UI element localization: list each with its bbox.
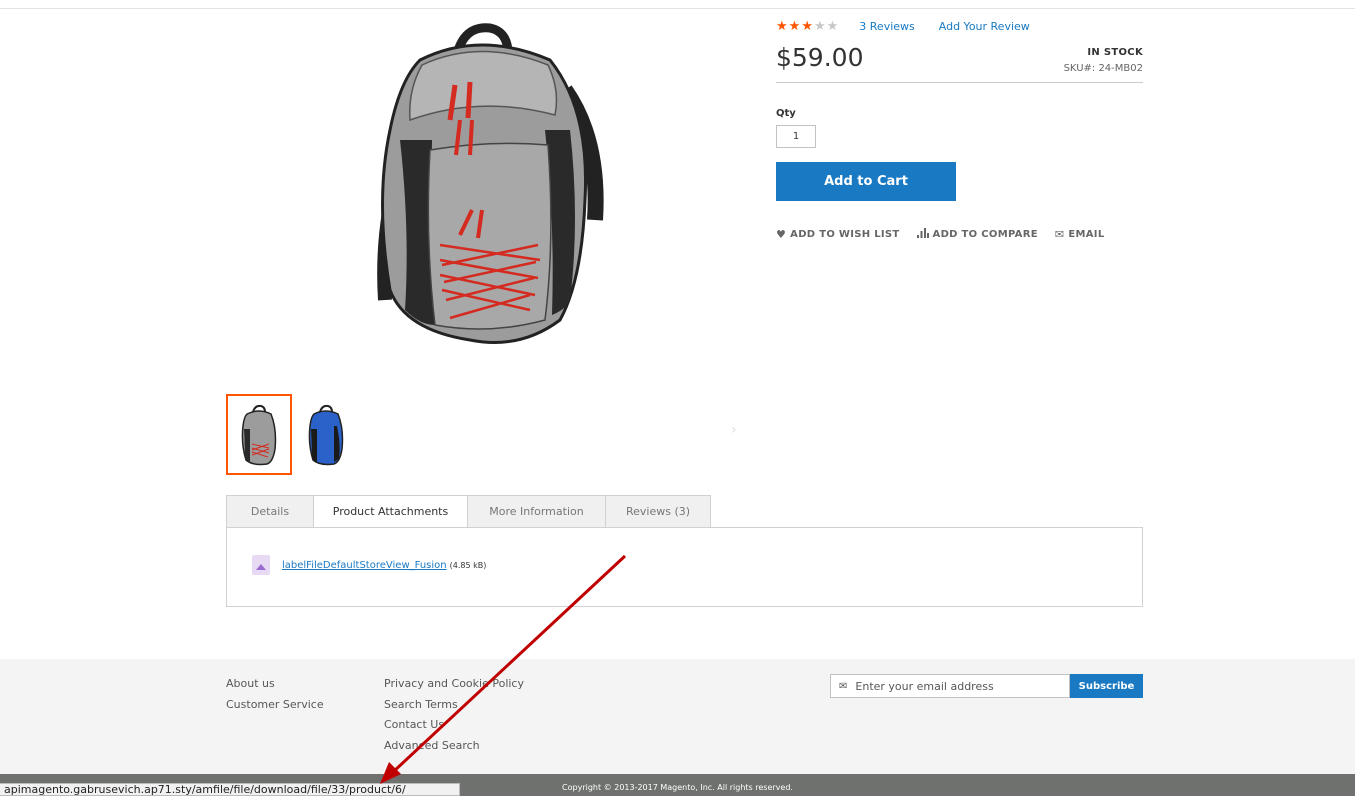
reviews-link[interactable]: 3 Reviews <box>859 20 914 33</box>
footer: About us Customer Service Privacy and Co… <box>0 659 1355 774</box>
footer-link-search-terms[interactable]: Search Terms <box>384 695 524 716</box>
footer-link-contact[interactable]: Contact Us <box>384 715 524 736</box>
newsletter-form: ✉ Enter your email address Subscribe <box>830 674 1143 698</box>
gallery-next-arrow-icon[interactable]: › <box>731 422 737 438</box>
subscribe-button[interactable]: Subscribe <box>1070 674 1143 698</box>
envelope-icon: ✉ <box>839 680 848 692</box>
tab-product-attachments[interactable]: Product Attachments <box>313 495 467 528</box>
envelope-icon: ✉ <box>1054 228 1065 241</box>
product-price: $59.00 <box>776 43 864 72</box>
qty-input[interactable] <box>776 125 816 148</box>
stock-box: IN STOCK SKU#: 24-MB02 <box>1063 43 1143 74</box>
product-tabs: Details Product Attachments More Informa… <box>226 495 711 528</box>
tab-reviews[interactable]: Reviews (3) <box>605 495 711 528</box>
heart-icon: ♥ <box>776 228 787 241</box>
footer-links-col1: About us Customer Service <box>226 674 324 715</box>
product-actions: ♥ ADD TO WISH LIST ADD TO COMPARE ✉ EMAI… <box>776 228 1143 241</box>
top-divider <box>0 8 1355 9</box>
footer-link-about[interactable]: About us <box>226 674 324 695</box>
footer-link-privacy[interactable]: Privacy and Cookie Policy <box>384 674 524 695</box>
bar-chart-icon <box>916 228 929 241</box>
tab-more-information[interactable]: More Information <box>467 495 605 528</box>
tab-content-attachments: labelFileDefaultStoreView_Fusion (4.85 k… <box>226 527 1143 607</box>
qty-label: Qty <box>776 108 796 119</box>
attachment-link[interactable]: labelFileDefaultStoreView_Fusion <box>282 560 447 571</box>
star-empty-icon: ★ <box>813 18 826 34</box>
newsletter-email-input[interactable]: ✉ Enter your email address <box>830 674 1070 698</box>
tab-details[interactable]: Details <box>226 495 313 528</box>
browser-status-url: apimagento.gabrusevich.ap71.sty/amfile/f… <box>0 783 460 796</box>
product-info: ★ ★ ★ ★ ★ 3 Reviews Add Your Review $59.… <box>776 18 1143 241</box>
rating-stars: ★ ★ ★ ★ ★ <box>776 20 839 33</box>
price-divider <box>776 82 1143 83</box>
add-to-cart-button[interactable]: Add to Cart <box>776 162 956 201</box>
star-empty-icon: ★ <box>826 18 839 34</box>
wishlist-label: ADD TO WISH LIST <box>790 229 900 240</box>
image-file-icon <box>252 555 270 575</box>
product-sku: SKU#: 24-MB02 <box>1063 63 1143 74</box>
email-label: EMAIL <box>1068 229 1105 240</box>
add-to-compare-link[interactable]: ADD TO COMPARE <box>916 228 1038 241</box>
footer-link-advanced-search[interactable]: Advanced Search <box>384 736 524 757</box>
thumbnail-gray-backpack[interactable] <box>226 394 292 475</box>
star-full-icon: ★ <box>801 18 813 34</box>
price-row: $59.00 IN STOCK SKU#: 24-MB02 <box>776 43 1143 74</box>
newsletter-placeholder: Enter your email address <box>855 679 994 693</box>
compare-label: ADD TO COMPARE <box>932 229 1038 240</box>
thumbnail-blue-backpack[interactable] <box>293 394 359 475</box>
add-review-link[interactable]: Add Your Review <box>939 20 1030 33</box>
add-to-wishlist-link[interactable]: ♥ ADD TO WISH LIST <box>776 228 900 241</box>
stock-status: IN STOCK <box>1087 47 1143 58</box>
footer-link-customer-service[interactable]: Customer Service <box>226 695 324 716</box>
attachment-item: labelFileDefaultStoreView_Fusion (4.85 k… <box>252 555 486 575</box>
footer-links-col2: Privacy and Cookie Policy Search Terms C… <box>384 674 524 756</box>
star-full-icon: ★ <box>788 18 801 34</box>
product-main-image[interactable] <box>360 20 610 350</box>
attachment-size: (4.85 kB) <box>449 560 487 570</box>
rating-summary: ★ ★ ★ ★ ★ 3 Reviews Add Your Review <box>776 18 1143 34</box>
email-link[interactable]: ✉ EMAIL <box>1055 228 1105 241</box>
star-full-icon: ★ <box>776 18 788 34</box>
